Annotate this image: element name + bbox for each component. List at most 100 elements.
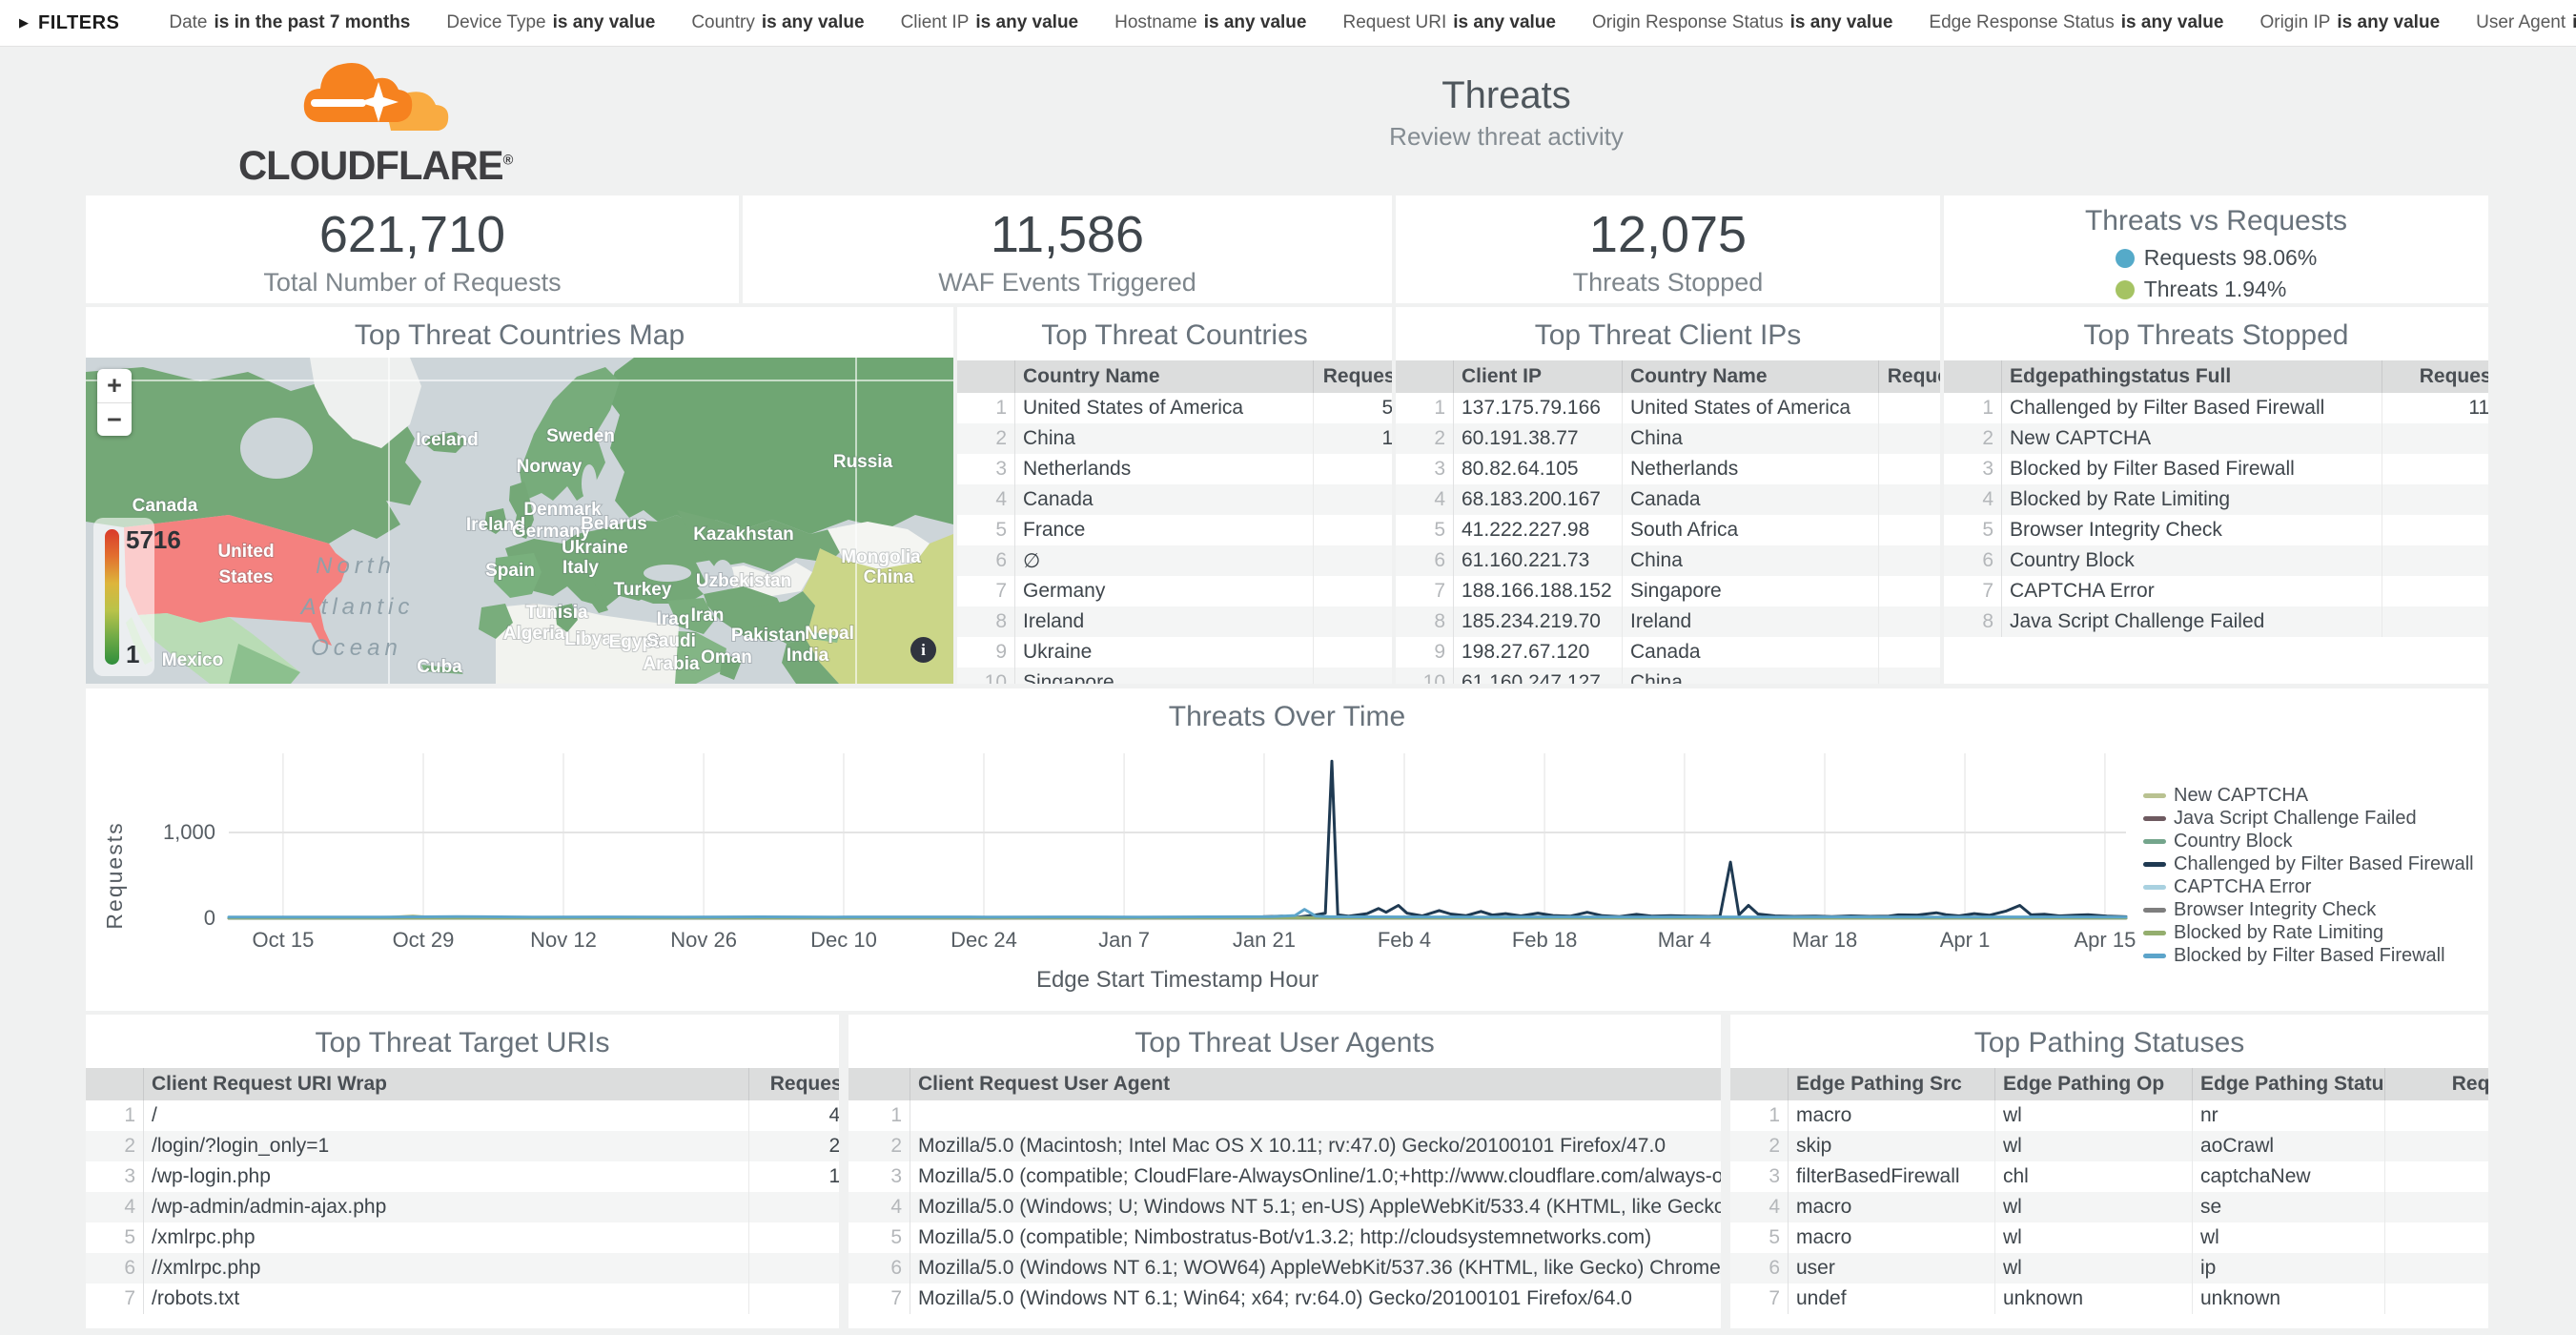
- cell: Ireland: [1623, 606, 1879, 637]
- filter-item[interactable]: Dateis in the past 7 months: [169, 12, 410, 32]
- filter-item[interactable]: Device Typeis any value: [446, 12, 655, 32]
- cell: Netherlands: [1623, 454, 1879, 484]
- panel-top-threat-client-ips: Top Threat Client IPs Client IPCountry N…: [1396, 307, 1940, 684]
- threats-over-time-chart[interactable]: 01,000Oct 15Oct 29Nov 12Nov 26Dec 10Dec …: [86, 734, 2488, 1011]
- filter-item[interactable]: Request URIis any value: [1342, 12, 1556, 32]
- table-row[interactable]: 661.160.221.73China144: [1396, 545, 1940, 576]
- table-row[interactable]: 7CAPTCHA Error13: [1944, 576, 2488, 606]
- filter-item[interactable]: User Agentis any value: [2476, 12, 2576, 32]
- table-row[interactable]: 7188.166.188.152Singapore129: [1396, 576, 1940, 606]
- cell: 55: [2382, 515, 2489, 545]
- table-row[interactable]: 380.82.64.105Netherlands637: [1396, 454, 1940, 484]
- table-row[interactable]: 260.191.38.77China977: [1396, 423, 1940, 454]
- table-row[interactable]: 6//xmlrpc.php133: [86, 1253, 839, 1284]
- table-row[interactable]: 1: [848, 1100, 1721, 1131]
- cell: aoCrawl: [2193, 1131, 2385, 1161]
- table-row[interactable]: 6∅331: [957, 545, 1392, 576]
- table-row[interactable]: 9Ukraine169: [957, 637, 1392, 668]
- row-index: 9: [957, 637, 1015, 668]
- filter-item[interactable]: Origin IPis any value: [2259, 12, 2440, 32]
- table-row[interactable]: 10Singapore158: [957, 668, 1392, 684]
- filter-item[interactable]: Client IPis any value: [901, 12, 1079, 32]
- column-header: [1730, 1068, 1789, 1100]
- table-row[interactable]: 3/wp-login.php1,150: [86, 1161, 839, 1192]
- table-row[interactable]: 2skipwlaoCrawl37,834: [1730, 1131, 2488, 1161]
- row-index: 4: [1730, 1192, 1789, 1222]
- filter-item[interactable]: Countryis any value: [691, 12, 864, 32]
- table-row[interactable]: 5France497: [957, 515, 1392, 545]
- cell: Ireland: [1015, 606, 1314, 637]
- filter-item[interactable]: Edge Response Statusis any value: [1929, 12, 2223, 32]
- table-row[interactable]: 5macrowlwl6,595: [1730, 1222, 2488, 1253]
- column-header[interactable]: Requests∨: [2382, 360, 2489, 393]
- table-row[interactable]: 6userwlip2,107: [1730, 1253, 2488, 1284]
- column-header[interactable]: Requests∨: [1314, 360, 1393, 393]
- filter-item[interactable]: Hostnameis any value: [1114, 12, 1306, 32]
- table-row[interactable]: 2/login/?login_only=12,992: [86, 1131, 839, 1161]
- table-row[interactable]: 1Challenged by Filter Based Firewall11,4…: [1944, 393, 2488, 423]
- table-row[interactable]: 7Mozilla/5.0 (Windows NT 6.1; Win64; x64…: [848, 1284, 1721, 1314]
- table-row[interactable]: 2Mozilla/5.0 (Macintosh; Intel Mac OS X …: [848, 1131, 1721, 1161]
- stat-card-waf-events: 11,586 WAF Events Triggered: [743, 195, 1392, 303]
- cell: chl: [1995, 1161, 2193, 1192]
- table-row[interactable]: 4Mozilla/5.0 (Windows; U; Windows NT 5.1…: [848, 1192, 1721, 1222]
- table-row[interactable]: 5Browser Integrity Check55: [1944, 515, 2488, 545]
- table-row[interactable]: 8Java Script Challenge Failed2: [1944, 606, 2488, 637]
- svg-text:Requests: Requests: [102, 821, 127, 929]
- column-header: Edge Pathing Status: [2193, 1068, 2385, 1100]
- table-row[interactable]: 468.183.200.167Canada237: [1396, 484, 1940, 515]
- legend-label: Java Script Challenge Failed: [2174, 808, 2417, 830]
- chart-legend-item: New CAPTCHA: [2143, 784, 2474, 807]
- table-row[interactable]: 6Mozilla/5.0 (Windows NT 6.1; WOW64) App…: [848, 1253, 1721, 1284]
- zoom-in-button[interactable]: +: [97, 369, 132, 403]
- cell: 237: [1879, 484, 1941, 515]
- zoom-out-button[interactable]: −: [97, 403, 132, 437]
- table-row[interactable]: 9198.27.67.120Canada94: [1396, 637, 1940, 668]
- cell: 277: [2382, 423, 2489, 454]
- table-row[interactable]: 541.222.227.98South Africa146: [1396, 515, 1940, 545]
- table-row[interactable]: 3filterBasedFirewallchlcaptchaNew11,467: [1730, 1161, 2488, 1192]
- panel-top-pathing-statuses: Top Pathing Statuses Edge Pathing SrcEdg…: [1730, 1015, 2488, 1328]
- table-row[interactable]: 8Ireland181: [957, 606, 1392, 637]
- tvr-legend-item: Requests 98.06%: [2116, 245, 2318, 271]
- table-row[interactable]: 3Netherlands795: [957, 454, 1392, 484]
- table-row[interactable]: 1061.160.247.127China88: [1396, 668, 1940, 684]
- table-row[interactable]: 4/wp-admin/admin-ajax.php278: [86, 1192, 839, 1222]
- cell: Canada: [1623, 484, 1879, 515]
- cell: 61.160.247.127: [1454, 668, 1623, 684]
- table-row[interactable]: 2New CAPTCHA277: [1944, 423, 2488, 454]
- table-row[interactable]: 6Country Block13: [1944, 545, 2488, 576]
- filter-item[interactable]: Origin Response Statusis any value: [1592, 12, 1892, 32]
- table-row[interactable]: 7/robots.txt90: [86, 1284, 839, 1314]
- table-row[interactable]: 1/4,341: [86, 1100, 839, 1131]
- table-row[interactable]: 1United States of America5,716: [957, 393, 1392, 423]
- table-row[interactable]: 1macrowlnr554,758: [1730, 1100, 2488, 1131]
- table-row[interactable]: 3Blocked by Filter Based Firewall152: [1944, 454, 2488, 484]
- table-row[interactable]: 1137.175.79.166United States of America2…: [1396, 393, 1940, 423]
- table-row[interactable]: 2China1,514: [957, 423, 1392, 454]
- cell: /xmlrpc.php: [144, 1222, 749, 1253]
- cell: 637: [1879, 454, 1941, 484]
- table-row[interactable]: 3Mozilla/5.0 (compatible; CloudFlare-Alw…: [848, 1161, 1721, 1192]
- table-row[interactable]: 4Blocked by Rate Limiting79: [1944, 484, 2488, 515]
- cell: wl: [1995, 1131, 2193, 1161]
- column-header[interactable]: Requests∨: [1879, 360, 1941, 393]
- row-index: 6: [1944, 545, 2002, 576]
- table-row[interactable]: 7Germany330: [957, 576, 1392, 606]
- row-index: 1: [957, 393, 1015, 423]
- column-header[interactable]: Requests∨: [2385, 1068, 2489, 1100]
- svg-text:Nepal: Nepal: [805, 624, 854, 644]
- table-row[interactable]: 4Canada560: [957, 484, 1392, 515]
- table-row[interactable]: 5Mozilla/5.0 (compatible; Nimbostratus-B…: [848, 1222, 1721, 1253]
- table-row[interactable]: 4macrowlse6,734: [1730, 1192, 2488, 1222]
- svg-text:Jan 7: Jan 7: [1098, 928, 1150, 952]
- table-row[interactable]: 5/xmlrpc.php226: [86, 1222, 839, 1253]
- table-row[interactable]: 7undefunknownunknown1,168: [1730, 1284, 2488, 1314]
- cell: Browser Integrity Check: [2002, 515, 2382, 545]
- table-row[interactable]: 8185.234.219.70Ireland112: [1396, 606, 1940, 637]
- chart-legend-item: Blocked by Filter Based Firewall: [2143, 944, 2474, 967]
- world-map[interactable]: CanadaUnitedStatesMexicoCubaIcelandIrela…: [86, 358, 953, 684]
- info-icon[interactable]: i: [910, 637, 936, 663]
- filters-toggle[interactable]: ▶ FILTERS: [19, 12, 169, 34]
- column-header[interactable]: Requests∨: [749, 1068, 840, 1100]
